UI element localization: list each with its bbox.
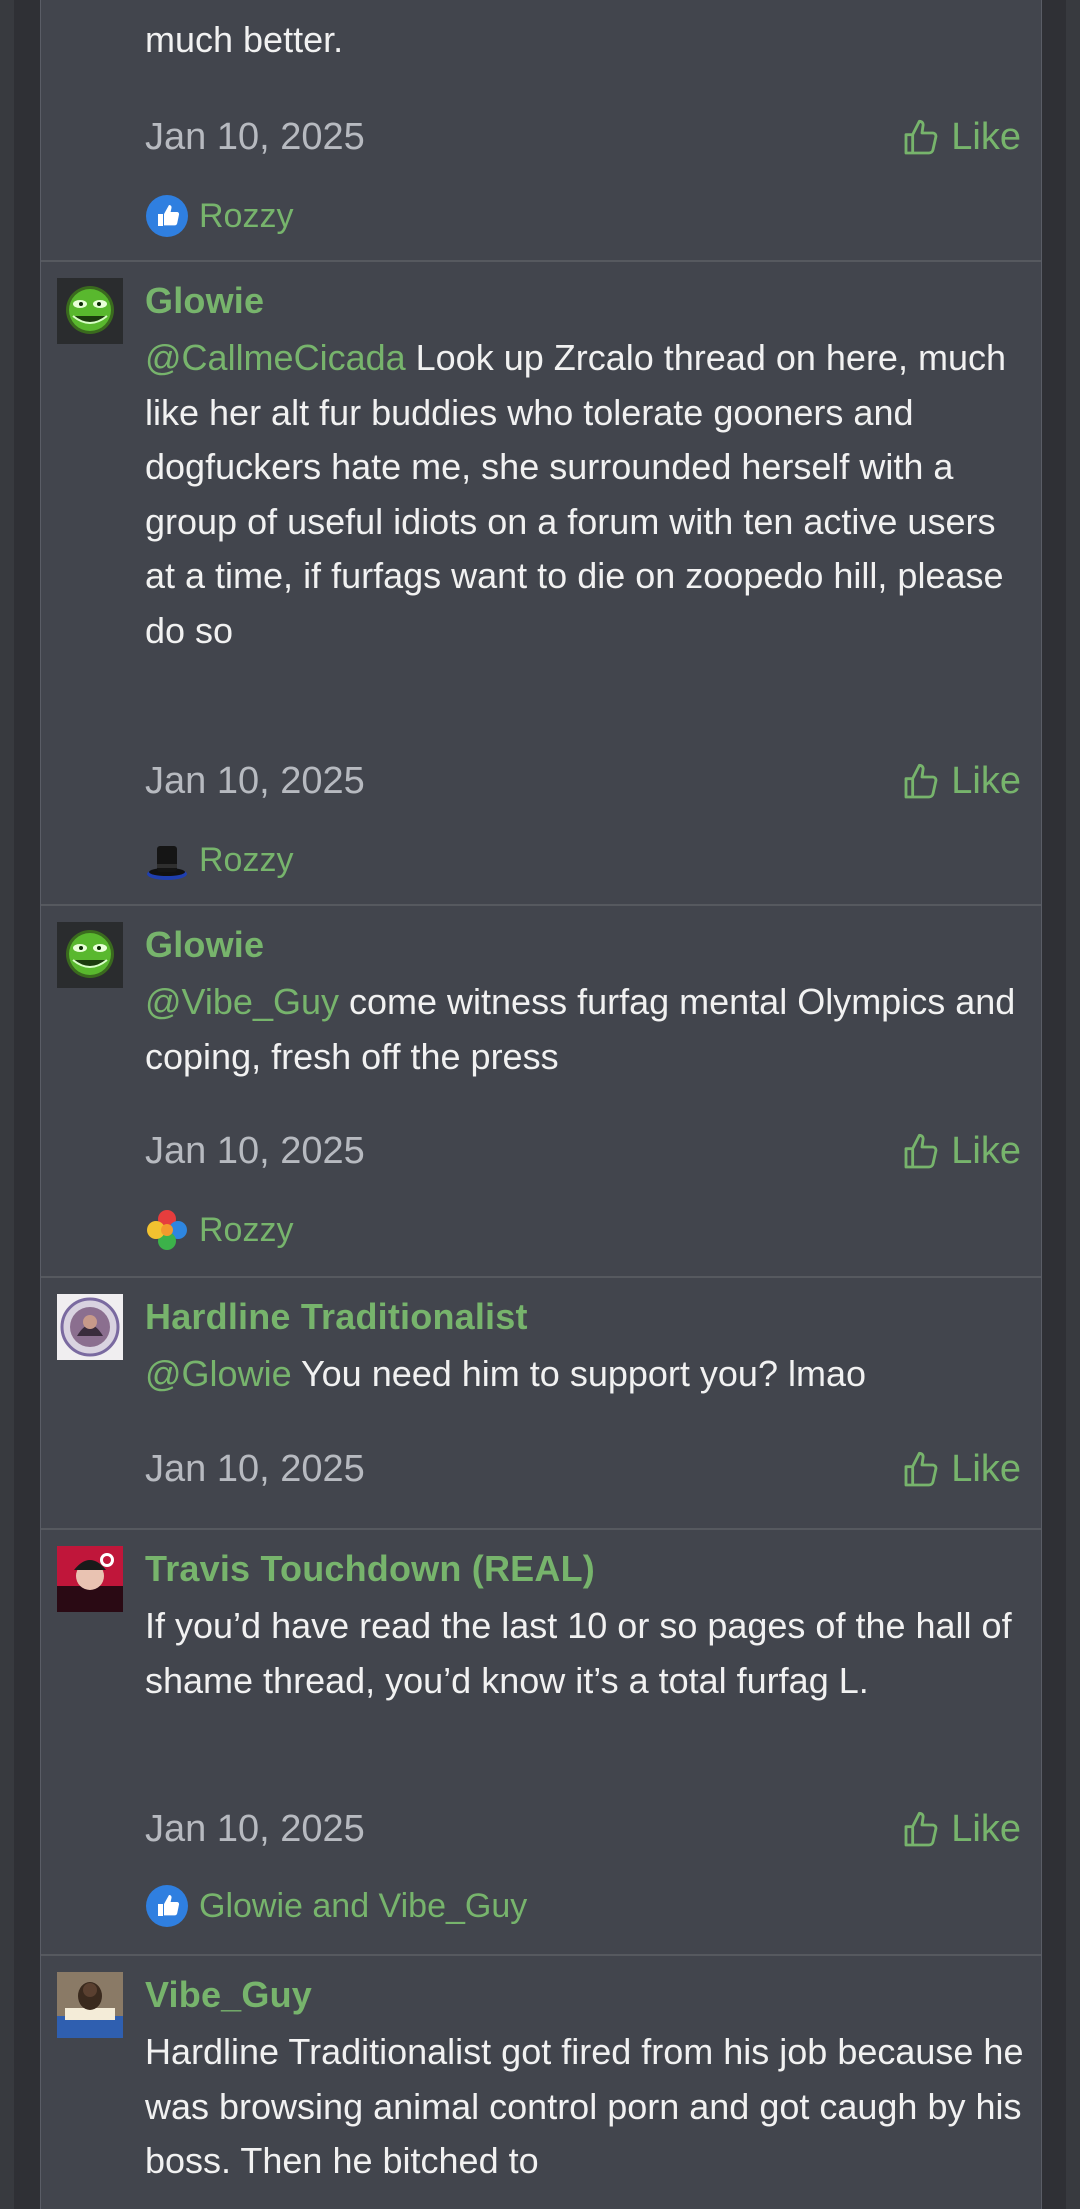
author-name[interactable]: Glowie <box>145 924 264 966</box>
post-body: @Glowie You need him to support you? lma… <box>145 1347 1025 1402</box>
post-body: @Vibe_Guy come witness furfag mental Oly… <box>145 975 1025 1084</box>
user-mention[interactable]: @Glowie <box>145 1353 292 1394</box>
post: Travis Touchdown (REAL) If you’d have re… <box>41 1528 1041 1956</box>
post-body: @CallmeCicada Look up Zrcalo thread on h… <box>145 331 1025 658</box>
user-mention[interactable]: @CallmeCicada <box>145 337 406 378</box>
reactions-bar[interactable]: Rozzy <box>145 1208 293 1252</box>
reactions-users[interactable]: Rozzy <box>199 197 293 236</box>
post-date[interactable]: Jan 10, 2025 <box>145 1448 365 1491</box>
post: Vibe_Guy Hardline Traditionalist got fir… <box>41 1954 1041 2209</box>
author-name[interactable]: Glowie <box>145 280 264 322</box>
post-body: If you’d have read the last 10 or so pag… <box>145 1605 1012 1701</box>
reactions-users[interactable]: Glowie and Vibe_Guy <box>199 1887 527 1926</box>
post-date[interactable]: Jan 10, 2025 <box>145 116 365 159</box>
post-body: much better. <box>145 19 344 60</box>
post-date[interactable]: Jan 10, 2025 <box>145 1130 365 1173</box>
reactions-bar[interactable]: Rozzy <box>145 194 293 238</box>
post-body: Hardline Traditionalist got fired from h… <box>145 2031 1024 2181</box>
reactions-users[interactable]: Rozzy <box>199 841 293 880</box>
thumbs-up-reaction-icon <box>146 195 188 237</box>
like-label: Like <box>951 1130 1021 1172</box>
round-emblem-avatar <box>57 1294 123 1360</box>
post: Glowie @Vibe_Guy come witness furfag men… <box>41 904 1041 1278</box>
top-hat-reaction-icon <box>147 846 187 880</box>
like-label: Like <box>951 116 1021 158</box>
user-avatar[interactable] <box>57 922 123 988</box>
post-date[interactable]: Jan 10, 2025 <box>145 760 365 803</box>
like-label: Like <box>951 760 1021 802</box>
post-date[interactable]: Jan 10, 2025 <box>145 1808 365 1851</box>
thumbs-up-outline-icon <box>904 119 938 154</box>
like-label: Like <box>951 1448 1021 1490</box>
reactions-bar[interactable]: Rozzy <box>145 838 293 882</box>
thumbs-up-outline-icon <box>904 1811 938 1846</box>
reactions-users[interactable]: Rozzy <box>199 1211 293 1250</box>
author-name[interactable]: Vibe_Guy <box>145 1974 312 2016</box>
red-character-avatar <box>57 1546 123 1612</box>
reactions-bar[interactable]: Glowie and Vibe_Guy <box>145 1884 527 1928</box>
like-button[interactable]: Like <box>901 1808 1021 1851</box>
user-avatar[interactable] <box>57 1546 123 1612</box>
like-button[interactable]: Like <box>901 1130 1021 1173</box>
thumbs-up-reaction-icon <box>146 1885 188 1927</box>
user-avatar[interactable] <box>57 278 123 344</box>
author-name[interactable]: Hardline Traditionalist <box>145 1296 528 1338</box>
like-button[interactable]: Like <box>901 1448 1021 1491</box>
post: much better. Jan 10, 2025 Like Rozzy <box>41 0 1041 262</box>
author-name[interactable]: Travis Touchdown (REAL) <box>145 1548 595 1590</box>
thread-posts: much better. Jan 10, 2025 Like Rozzy Glo… <box>40 0 1042 2209</box>
thumbs-up-outline-icon <box>904 763 938 798</box>
green-troll-face-avatar <box>57 278 123 344</box>
post-text: You need him to support you? lmao <box>291 1353 866 1394</box>
post-text: Look up Zrcalo thread on here, much like… <box>145 337 1006 651</box>
photo-avatar <box>57 1972 123 2038</box>
like-button[interactable]: Like <box>901 760 1021 803</box>
post: Hardline Traditionalist @Glowie You need… <box>41 1276 1041 1530</box>
like-button[interactable]: Like <box>901 116 1021 159</box>
puzzle-reaction-icon <box>147 1210 187 1250</box>
green-troll-face-avatar <box>57 922 123 988</box>
user-avatar[interactable] <box>57 1294 123 1360</box>
post: Glowie @CallmeCicada Look up Zrcalo thre… <box>41 260 1041 906</box>
user-avatar[interactable] <box>57 1972 123 2038</box>
thumbs-up-outline-icon <box>904 1133 938 1168</box>
thumbs-up-outline-icon <box>904 1451 938 1486</box>
user-mention[interactable]: @Vibe_Guy <box>145 981 339 1022</box>
like-label: Like <box>951 1808 1021 1850</box>
